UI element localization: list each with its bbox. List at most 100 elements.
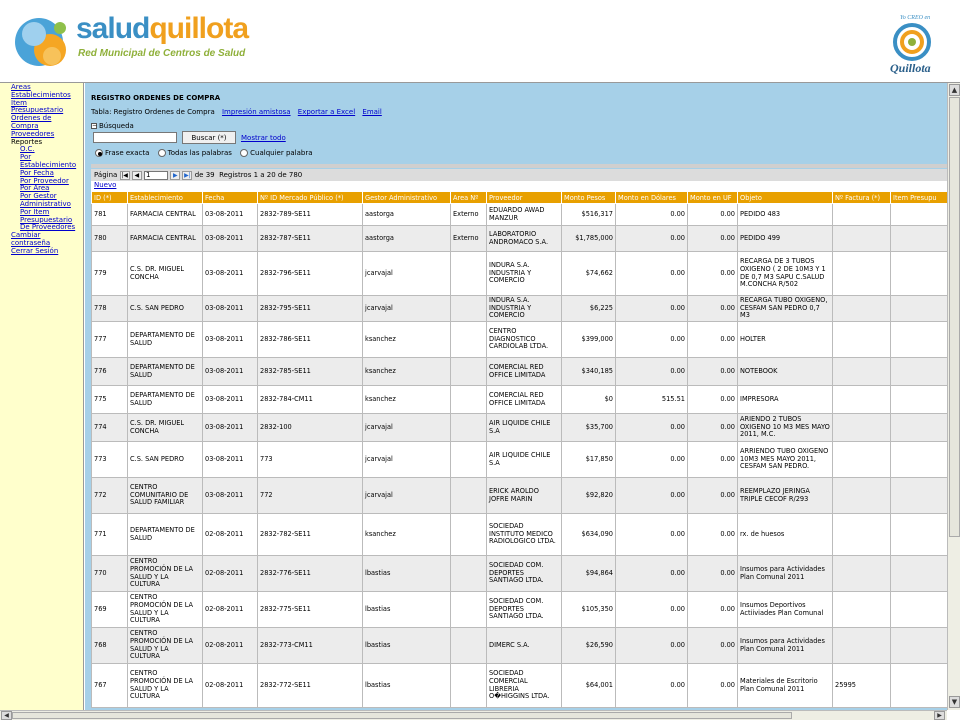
column-header[interactable]: ID (*) xyxy=(91,191,128,204)
table-cell: 0.00 xyxy=(687,513,738,556)
column-header[interactable]: Item Presupu xyxy=(890,191,947,204)
prev-page-icon[interactable]: ◀ xyxy=(131,170,142,180)
table-cell: SOCIEDAD COM. DEPORTES SANTIAGO LTDA. xyxy=(486,591,562,628)
scroll-left-icon[interactable]: ◀ xyxy=(1,711,12,720)
table-cell: 770 xyxy=(91,555,128,592)
main-content: REGISTRO ORDENES DE COMPRA Tabla: Regist… xyxy=(85,83,947,710)
table-row[interactable]: 777 DEPARTAMENTO DE SALUD 03-08-2011 2832-7… xyxy=(91,321,947,358)
table-cell: 02-08-2011 xyxy=(202,555,258,592)
scroll-right-icon[interactable]: ▶ xyxy=(934,711,945,720)
table-cell: 0.00 xyxy=(687,555,738,592)
column-header[interactable]: Monto en UF xyxy=(687,191,738,204)
table-cell: ARRIENDO TUBO OXIGENO 10M3 MES MAYO 2011… xyxy=(737,441,833,478)
table-cell: INDURA S.A. INDUSTRIA Y COMERCIO xyxy=(486,251,562,296)
column-header[interactable]: Nº ID Mercado Público (*) xyxy=(257,191,363,204)
brand-name-part1: salud xyxy=(76,12,150,45)
table-cell: 515.51 xyxy=(615,385,688,414)
table-cell: ksanchez xyxy=(362,357,451,386)
first-page-icon[interactable]: |◀ xyxy=(119,170,130,180)
table-cell: 778 xyxy=(91,295,128,322)
table-cell xyxy=(450,413,487,442)
column-header[interactable]: Nº Factura (*) xyxy=(832,191,891,204)
saludquillota-logo xyxy=(15,18,66,66)
separator-bar xyxy=(91,164,947,168)
radio-cualquier-palabra[interactable]: Cualquier palabra xyxy=(240,149,313,157)
table-cell: 0.00 xyxy=(615,251,688,296)
table-cell: 2832-789-SE11 xyxy=(257,203,363,226)
radio-selected-icon xyxy=(95,149,103,157)
table-cell: rx. de huesos xyxy=(737,513,833,556)
new-record-row: Nuevo xyxy=(91,181,947,191)
search-input[interactable] xyxy=(93,132,177,143)
table-cell: 776 xyxy=(91,357,128,386)
show-all-link[interactable]: Mostrar todo xyxy=(241,134,286,142)
table-cell xyxy=(890,321,947,358)
radio-label: Todas las palabras xyxy=(167,149,232,157)
new-record-link[interactable]: Nuevo xyxy=(94,181,116,189)
table-cell xyxy=(832,203,891,226)
table-row[interactable]: 771 DEPARTAMENTO DE SALUD 02-08-2011 2832-7… xyxy=(91,513,947,556)
column-header[interactable]: Gestor Administrativo xyxy=(362,191,451,204)
horizontal-scrollbar[interactable]: ◀ ▶ xyxy=(0,710,947,720)
column-header[interactable]: Proveedor xyxy=(486,191,562,204)
search-button[interactable]: Buscar (*) xyxy=(182,131,236,144)
table-row[interactable]: 772 CENTRO COMUNITARIO DE SALUD FAMILIAR 0… xyxy=(91,477,947,514)
table-row[interactable]: 778 C.S. SAN PEDRO 03-08-2011 2832-795-SE11… xyxy=(91,295,947,322)
scroll-up-icon[interactable]: ▲ xyxy=(949,84,960,96)
table-cell: 0.00 xyxy=(687,321,738,358)
column-header[interactable]: Monto Pesos xyxy=(561,191,616,204)
scroll-down-icon[interactable]: ▼ xyxy=(949,696,960,708)
export-excel-link[interactable]: Exportar a Excel xyxy=(298,108,355,116)
table-row[interactable]: 775 DEPARTAMENTO DE SALUD 03-08-2011 2832-7… xyxy=(91,385,947,414)
table-row[interactable]: 769 CENTRO PROMOCIÓN DE LA SALUD Y LA CUL… xyxy=(91,591,947,628)
table-cell xyxy=(450,627,487,664)
radio-frase-exacta[interactable]: Frase exacta xyxy=(95,149,149,157)
seal-small-text: Yo CREO en xyxy=(900,15,930,21)
table-row[interactable]: 768 CENTRO PROMOCIÓN DE LA SALUD Y LA CUL… xyxy=(91,627,947,664)
radio-todas-palabras[interactable]: Todas las palabras xyxy=(157,149,232,157)
sidebar-menu: Areas Establecimientos Item Presupuestario O… xyxy=(0,83,84,720)
table-cell xyxy=(450,477,487,514)
table-cell: 0.00 xyxy=(687,477,738,514)
table-cell xyxy=(450,555,487,592)
table-header-row: ID (*) Establecimiento Fecha Nº ID Mercado … xyxy=(91,191,947,204)
table-cell xyxy=(832,477,891,514)
table-row[interactable]: 767 CENTRO PROMOCIÓN DE LA SALUD Y LA CUL… xyxy=(91,663,947,708)
column-header[interactable]: Objeto xyxy=(737,191,833,204)
horizontal-scroll-thumb[interactable] xyxy=(12,712,792,719)
table-cell: 25995 xyxy=(832,663,891,708)
table-row[interactable]: 773 C.S. SAN PEDRO 03-08-2011 773 jcarvajal A… xyxy=(91,441,947,478)
table-cell: 777 xyxy=(91,321,128,358)
column-header[interactable]: Fecha xyxy=(202,191,258,204)
email-link[interactable]: Email xyxy=(362,108,381,116)
table-cell: 0.00 xyxy=(615,513,688,556)
table-cell: 773 xyxy=(91,441,128,478)
table-cell: Insumos para Actividades Plan Comunal 20… xyxy=(737,627,833,664)
search-section-toggle[interactable]: − Búsqueda xyxy=(91,122,134,130)
print-friendly-link[interactable]: Impresión amistosa xyxy=(222,108,291,116)
table-row[interactable]: 770 CENTRO PROMOCIÓN DE LA SALUD Y LA CUL… xyxy=(91,555,947,592)
table-row[interactable]: 780 FARMACIA CENTRAL 03-08-2011 2832-787-SE… xyxy=(91,225,947,252)
table-row[interactable]: 776 DEPARTAMENTO DE SALUD 03-08-2011 2832-7… xyxy=(91,357,947,386)
table-cell xyxy=(832,513,891,556)
table-row[interactable]: 781 FARMACIA CENTRAL 03-08-2011 2832-789-SE… xyxy=(91,203,947,226)
table-cell: jcarvajal xyxy=(362,441,451,478)
table-cell: 779 xyxy=(91,251,128,296)
table-cell: RECARGA DE 3 TUBOS OXIGENO ( 2 DE 10M3 Y… xyxy=(737,251,833,296)
column-header[interactable]: Monto en Dólares xyxy=(615,191,688,204)
table-cell: C.S. SAN PEDRO xyxy=(127,441,203,478)
table-row[interactable]: 774 C.S. DR. MIGUEL CONCHA 03-08-2011 2832-… xyxy=(91,413,947,442)
column-header[interactable]: Establecimiento xyxy=(127,191,203,204)
table-cell xyxy=(450,663,487,708)
vertical-scroll-thumb[interactable] xyxy=(949,97,960,537)
table-cell: 0.00 xyxy=(615,477,688,514)
page-number-input[interactable] xyxy=(144,170,169,180)
vertical-scrollbar[interactable]: ▲ ▼ xyxy=(947,83,960,710)
column-header[interactable]: Area Nº xyxy=(450,191,487,204)
table-row[interactable]: 779 C.S. DR. MIGUEL CONCHA 03-08-2011 2832-… xyxy=(91,251,947,296)
next-page-icon[interactable]: ▶ xyxy=(170,170,181,180)
sidebar-item[interactable]: Cerrar Sesión xyxy=(11,247,83,256)
table-cell: lbastias xyxy=(362,663,451,708)
last-page-icon[interactable]: ▶| xyxy=(182,170,193,180)
table-cell: 0.00 xyxy=(615,225,688,252)
